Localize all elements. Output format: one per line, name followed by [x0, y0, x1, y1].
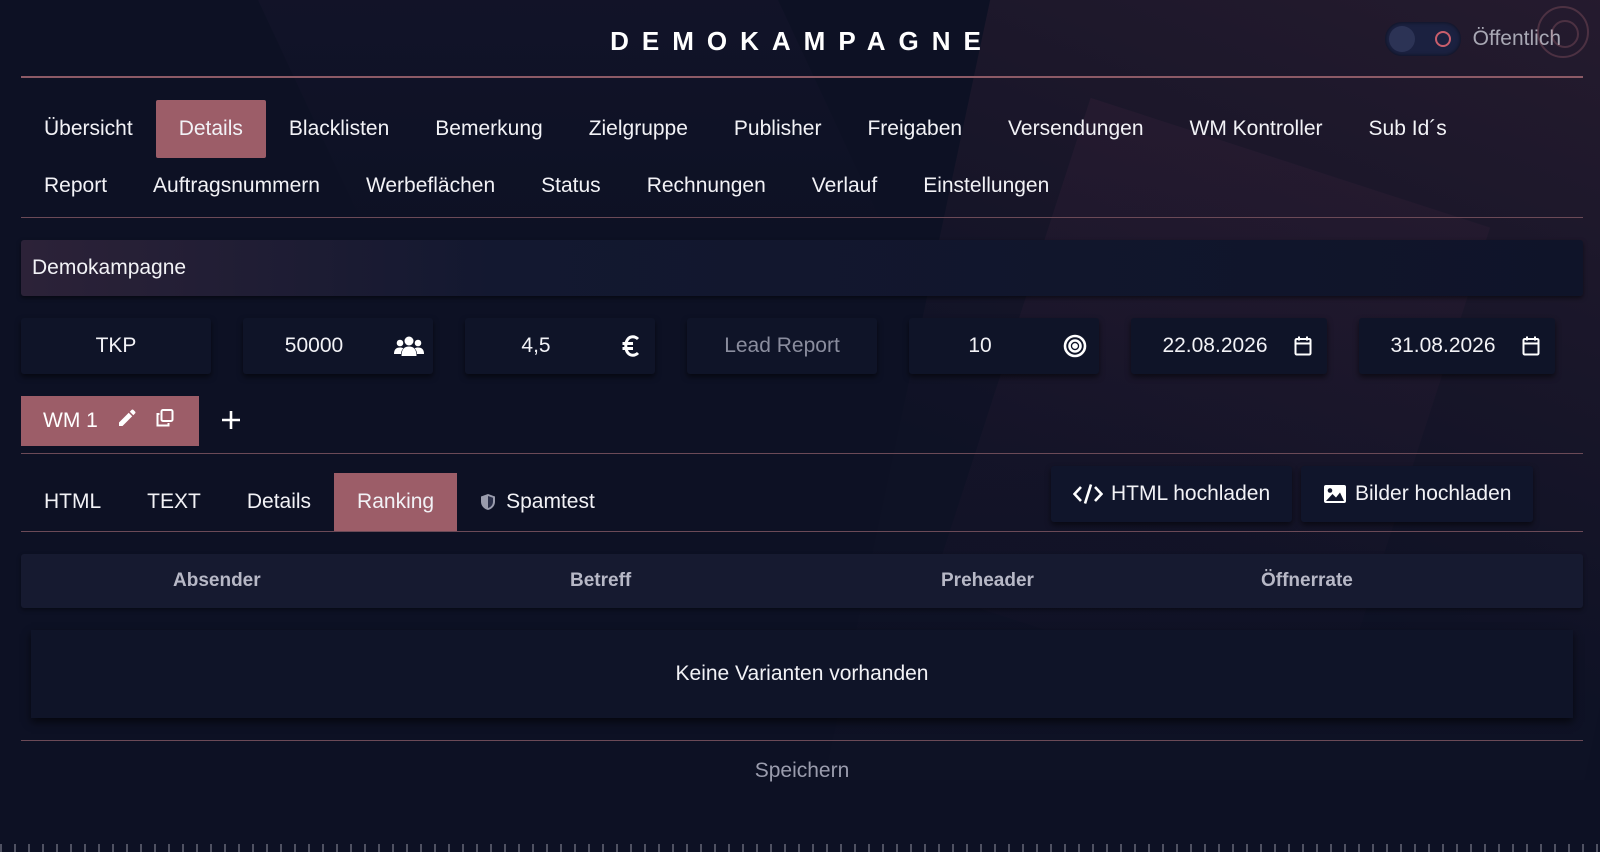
- tab-einstellungen[interactable]: Einstellungen: [900, 157, 1072, 215]
- tab-status[interactable]: Status: [518, 157, 624, 215]
- campaign-fields: TKP 50000 4,5 Lead Report 10 22.08.2026 …: [21, 318, 1583, 376]
- tab-wm-kontroller[interactable]: WM Kontroller: [1167, 100, 1346, 158]
- main-nav: Übersicht Details Blacklisten Bemerkung …: [21, 100, 1583, 218]
- volume-value: 50000: [284, 334, 344, 357]
- tab-bemerkung[interactable]: Bemerkung: [412, 100, 565, 158]
- subtab-row: HTML TEXT Details Ranking Spamtest: [21, 473, 618, 531]
- tab-report[interactable]: Report: [21, 157, 130, 215]
- subtab-html[interactable]: HTML: [21, 473, 124, 531]
- variant-tab-label: WM 1: [43, 409, 98, 432]
- tab-details[interactable]: Details: [155, 100, 266, 158]
- save-area: Speichern: [21, 740, 1583, 800]
- tab-sub-ids[interactable]: Sub Id´s: [1346, 100, 1470, 158]
- nav-row-2: Report Auftragsnummern Werbeflächen Stat…: [21, 158, 1583, 214]
- lead-report-placeholder: Lead Report: [724, 334, 840, 357]
- column-header-preheader: Preheader: [941, 570, 1034, 591]
- plus-icon: [222, 411, 240, 429]
- tab-verlauf[interactable]: Verlauf: [789, 157, 900, 215]
- campaign-name-field[interactable]: Demokampagne: [21, 240, 1583, 296]
- page-header: DEMOKAMPAGNE Öffentlich: [21, 0, 1589, 78]
- variant-tabs: WM 1: [21, 396, 1583, 454]
- subtab-text[interactable]: TEXT: [124, 473, 224, 531]
- target-field[interactable]: 10: [909, 318, 1099, 374]
- lead-report-input[interactable]: Lead Report: [687, 318, 877, 374]
- pencil-icon[interactable]: [118, 409, 136, 433]
- subtab-ranking[interactable]: Ranking: [334, 473, 458, 531]
- calendar-icon[interactable]: [1279, 336, 1327, 356]
- public-toggle-group: Öffentlich: [1384, 22, 1561, 56]
- start-date-input[interactable]: 22.08.2026: [1131, 318, 1327, 374]
- tab-blacklisten[interactable]: Blacklisten: [266, 100, 412, 158]
- column-header-betreff: Betreff: [570, 570, 632, 591]
- decorative-target-icon: [1537, 6, 1589, 58]
- tab-freigaben[interactable]: Freigaben: [844, 100, 985, 158]
- upload-images-button[interactable]: Bilder hochladen: [1301, 466, 1534, 522]
- billing-type-value: TKP: [95, 334, 137, 357]
- code-icon: [1073, 484, 1103, 504]
- save-button[interactable]: Speichern: [755, 759, 850, 783]
- column-header-absender: Absender: [173, 570, 261, 591]
- price-value: 4,5: [521, 334, 551, 357]
- copy-icon[interactable]: [156, 409, 174, 433]
- content-subtabs: HTML TEXT Details Ranking Spamtest HTML …: [21, 454, 1583, 532]
- upload-images-label: Bilder hochladen: [1355, 482, 1512, 505]
- users-icon: [385, 335, 433, 357]
- toggle-knob: [1388, 26, 1415, 52]
- tab-werbeflaechen[interactable]: Werbeflächen: [343, 157, 518, 215]
- target-icon: [1051, 334, 1099, 358]
- end-date-value: 31.08.2026: [1390, 334, 1496, 357]
- start-date-value: 22.08.2026: [1162, 334, 1268, 357]
- upload-html-button[interactable]: HTML hochladen: [1051, 466, 1293, 522]
- image-icon: [1324, 485, 1346, 503]
- empty-message: Keine Varianten vorhanden: [675, 662, 929, 685]
- subtab-spamtest[interactable]: Spamtest: [457, 473, 618, 531]
- tab-uebersicht[interactable]: Übersicht: [21, 100, 156, 158]
- variant-tab-wm1[interactable]: WM 1: [21, 396, 199, 446]
- scroll-content-peek: [0, 844, 1600, 852]
- column-header-oeffnerrate: Öffnerrate: [1261, 570, 1353, 591]
- tab-zielgruppe[interactable]: Zielgruppe: [566, 100, 711, 158]
- campaign-page: DEMOKAMPAGNE Öffentlich Übersicht Detail…: [21, 0, 1589, 852]
- tab-versendungen[interactable]: Versendungen: [985, 100, 1166, 158]
- tab-publisher[interactable]: Publisher: [711, 100, 845, 158]
- add-variant-button[interactable]: [219, 408, 243, 432]
- target-value: 10: [968, 334, 992, 357]
- calendar-icon[interactable]: [1507, 336, 1555, 356]
- euro-icon: [607, 335, 655, 357]
- end-date-input[interactable]: 31.08.2026: [1359, 318, 1555, 374]
- ranking-table-header: Absender Betreff Preheader Öffnerrate: [21, 554, 1583, 608]
- tab-auftragsnummern[interactable]: Auftragsnummern: [130, 157, 343, 215]
- upload-html-label: HTML hochladen: [1111, 482, 1271, 505]
- shield-icon: [481, 494, 496, 510]
- tab-rechnungen[interactable]: Rechnungen: [624, 157, 789, 215]
- subtab-spamtest-label: Spamtest: [506, 490, 595, 513]
- toggle-off-indicator: [1434, 31, 1451, 47]
- page-title: DEMOKAMPAGNE: [610, 26, 994, 56]
- ranking-table-empty-state: Keine Varianten vorhanden: [31, 630, 1573, 718]
- price-field[interactable]: 4,5: [465, 318, 655, 374]
- subtab-details[interactable]: Details: [224, 473, 334, 531]
- public-toggle[interactable]: [1384, 22, 1461, 56]
- billing-type-select[interactable]: TKP: [21, 318, 211, 374]
- volume-field[interactable]: 50000: [243, 318, 433, 374]
- nav-row-1: Übersicht Details Blacklisten Bemerkung …: [21, 100, 1583, 158]
